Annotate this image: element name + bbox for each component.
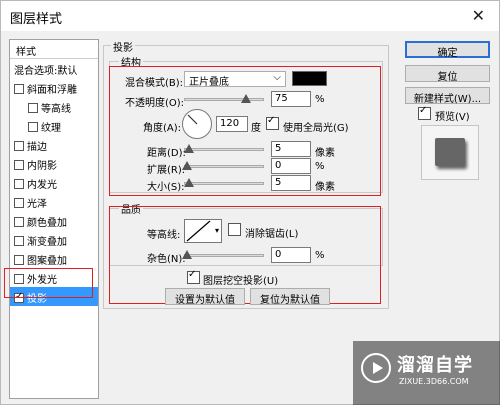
slider-thumb[interactable] <box>184 144 194 153</box>
anti-alias-checkbox[interactable] <box>228 223 241 236</box>
noise-unit: % <box>315 250 325 261</box>
noise-label: 杂色(N): <box>147 254 186 265</box>
new-style-button[interactable]: 新建样式(W)... <box>405 87 490 105</box>
highlight-box <box>4 268 93 298</box>
close-icon[interactable]: ✕ <box>472 6 485 25</box>
reset-default-button[interactable]: 复位为默认值 <box>250 288 330 306</box>
blend-mode-value: 正片叠底 <box>189 77 229 88</box>
angle-needle-icon <box>187 114 198 125</box>
distance-unit: 像素 <box>315 148 335 159</box>
sidebar-item-gradient-overlay[interactable]: 渐变叠加 <box>10 230 98 249</box>
distance-slider[interactable] <box>184 144 264 153</box>
opacity-slider[interactable] <box>184 94 264 103</box>
size-label: 大小(S): <box>147 182 185 193</box>
title-bar: 图层样式 ✕ <box>1 1 499 31</box>
checkbox[interactable] <box>28 122 38 132</box>
sidebar-item-label: 斜面和浮雕 <box>27 85 77 96</box>
sidebar-item-label: 渐变叠加 <box>27 237 67 248</box>
sidebar-item-bevel-emboss[interactable]: 斜面和浮雕 <box>10 78 98 97</box>
size-input[interactable]: 5 <box>271 175 311 191</box>
anti-alias-label: 消除锯齿(L) <box>245 229 299 240</box>
preview-thumbnail <box>421 125 479 180</box>
drop-shadow-title: 投影 <box>111 39 135 54</box>
sidebar-item-inner-shadow[interactable]: 内阴影 <box>10 154 98 173</box>
noise-slider[interactable] <box>182 250 264 259</box>
checkbox[interactable] <box>14 84 24 94</box>
spread-unit: % <box>315 161 325 172</box>
preview-checkbox[interactable] <box>418 105 431 120</box>
styles-header[interactable]: 样式 <box>10 40 98 59</box>
sidebar-item-satin[interactable]: 光泽 <box>10 192 98 211</box>
blend-mode-select[interactable]: 正片叠底 ⌵ <box>184 71 286 88</box>
checkbox[interactable] <box>14 198 24 208</box>
checkbox[interactable] <box>14 141 24 151</box>
sidebar-item-label: 混合选项:默认 <box>14 66 78 77</box>
styles-list: 样式 混合选项:默认 斜面和浮雕 等高线 纹理 描边 内阴影 内发光 光泽 颜色… <box>9 39 99 399</box>
checkbox[interactable] <box>14 236 24 246</box>
checkbox[interactable] <box>28 103 38 113</box>
layer-style-dialog: 图层样式 ✕ 样式 混合选项:默认 斜面和浮雕 等高线 纹理 描边 内阴影 内发… <box>0 0 500 405</box>
knockout-label: 图层挖空投影(U) <box>203 276 279 287</box>
preview-shape <box>435 138 465 166</box>
angle-unit: 度 <box>251 123 261 134</box>
spread-input[interactable]: 0 <box>271 158 311 174</box>
angle-input[interactable]: 120 <box>216 116 248 132</box>
spread-label: 扩展(R): <box>147 165 186 176</box>
sidebar-item-label: 纹理 <box>41 123 61 134</box>
angle-label: 角度(A): <box>143 123 182 134</box>
slider-thumb[interactable] <box>182 250 192 259</box>
sidebar-item-pattern-overlay[interactable]: 图案叠加 <box>10 249 98 268</box>
sidebar-item-label: 颜色叠加 <box>27 218 67 229</box>
distance-label: 距离(D): <box>147 148 186 159</box>
sidebar-item-contour[interactable]: 等高线 <box>10 97 98 116</box>
sidebar-item-label: 图案叠加 <box>27 256 67 267</box>
watermark: 溜溜自学 ZIXUE.3D66.COM <box>353 341 500 405</box>
slider-thumb[interactable] <box>182 161 192 170</box>
play-logo-icon <box>361 353 391 383</box>
checkbox[interactable] <box>14 160 24 170</box>
checkbox[interactable] <box>14 217 24 227</box>
opacity-label: 不透明度(O): <box>125 98 185 109</box>
size-slider[interactable] <box>184 178 264 187</box>
checkbox[interactable] <box>14 255 24 265</box>
make-default-button[interactable]: 设置为默认值 <box>165 288 245 306</box>
preview-label: 预览(V) <box>435 112 470 123</box>
reset-button[interactable]: 复位 <box>405 65 490 83</box>
noise-input[interactable]: 0 <box>271 247 311 263</box>
sidebar-item-label: 等高线 <box>41 104 71 115</box>
global-light-label: 使用全局光(G) <box>283 123 349 134</box>
chevron-down-icon: ⌵ <box>273 72 281 83</box>
contour-label: 等高线: <box>147 230 181 241</box>
dialog-title: 图层样式 <box>10 12 63 27</box>
watermark-brand: 溜溜自学 <box>397 355 473 376</box>
chevron-down-icon: ▾ <box>214 226 219 235</box>
sidebar-item-color-overlay[interactable]: 颜色叠加 <box>10 211 98 230</box>
ok-button[interactable]: 确定 <box>405 41 490 59</box>
blend-mode-label: 混合模式(B): <box>125 78 184 89</box>
slider-thumb[interactable] <box>241 94 251 103</box>
sidebar-item-texture[interactable]: 纹理 <box>10 116 98 135</box>
slider-thumb[interactable] <box>184 178 194 187</box>
global-light-checkbox[interactable] <box>266 115 279 130</box>
knockout-checkbox[interactable] <box>187 269 200 284</box>
sidebar-item-label: 内发光 <box>27 180 57 191</box>
spread-slider[interactable] <box>182 161 264 170</box>
opacity-input[interactable]: 75 <box>271 91 311 107</box>
distance-input[interactable]: 5 <box>271 141 311 157</box>
watermark-url: ZIXUE.3D66.COM <box>399 377 469 386</box>
contour-curve-icon <box>186 220 211 242</box>
sidebar-item-stroke[interactable]: 描边 <box>10 135 98 154</box>
sidebar-item-blending-options[interactable]: 混合选项:默认 <box>10 59 98 78</box>
sidebar-item-label: 描边 <box>27 142 47 153</box>
sidebar-item-label: 光泽 <box>27 199 47 210</box>
checkbox[interactable] <box>14 179 24 189</box>
shadow-color-swatch[interactable] <box>292 71 327 86</box>
contour-picker[interactable]: ▾ <box>184 219 222 243</box>
angle-dial[interactable] <box>182 109 212 139</box>
size-unit: 像素 <box>315 182 335 193</box>
sidebar-item-label: 内阴影 <box>27 161 57 172</box>
sidebar-item-inner-glow[interactable]: 内发光 <box>10 173 98 192</box>
opacity-unit: % <box>315 94 325 105</box>
